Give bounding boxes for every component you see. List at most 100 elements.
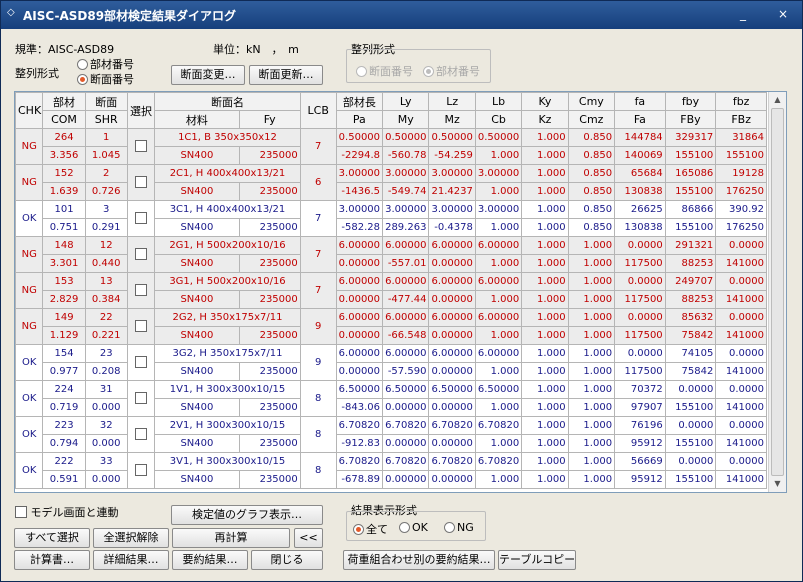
- select-checkbox[interactable]: [135, 212, 147, 224]
- select-checkbox[interactable]: [135, 392, 147, 404]
- value-cell: 6.70820: [382, 452, 430, 471]
- select-cell[interactable]: [126, 128, 156, 165]
- value-cell: 1.000: [474, 254, 523, 273]
- value-cell: -678.89: [335, 470, 384, 489]
- section-number: 13: [84, 272, 128, 291]
- close-icon[interactable]: ×: [774, 7, 792, 23]
- com-ratio: 3.356: [42, 146, 86, 165]
- value-cell: 1.000: [521, 182, 569, 201]
- section-name: 2V1, H 300x300x10/15: [154, 416, 301, 435]
- sort-member-radio[interactable]: 部材番号: [77, 56, 134, 72]
- col-header-section: 断面: [84, 92, 128, 111]
- radio-selected-icon: [77, 74, 88, 85]
- col-subheader-11: FBy: [664, 110, 717, 129]
- section-update-button[interactable]: 断面更新…: [249, 65, 323, 85]
- value-cell: 165086: [664, 164, 717, 183]
- member-number: 223: [42, 416, 86, 435]
- lcb-value: 7: [299, 200, 337, 237]
- scroll-thumb[interactable]: [771, 108, 784, 476]
- table-row[interactable]: NG 264 1 1C1, B 350x350x12 7 0.50000 0.50000 0.…: [15, 128, 767, 165]
- section-change-button[interactable]: 断面変更…: [171, 65, 245, 85]
- fy-value: 235000: [238, 326, 301, 345]
- select-checkbox[interactable]: [135, 428, 147, 440]
- select-cell[interactable]: [126, 200, 156, 237]
- table-row[interactable]: NG 152 2 2C1, H 400x400x13/21 6 3.00000 3.0000…: [15, 164, 767, 201]
- detail-button[interactable]: 詳細結果…: [93, 550, 169, 570]
- section-name: 3G1, H 500x200x10/16: [154, 272, 301, 291]
- calc-doc-button[interactable]: 計算書…: [14, 550, 90, 570]
- select-cell[interactable]: [126, 416, 156, 453]
- select-cell[interactable]: [126, 344, 156, 381]
- value-cell: 0.850: [567, 128, 616, 147]
- material: SN400: [154, 182, 240, 201]
- select-checkbox[interactable]: [135, 464, 147, 476]
- collapse-button[interactable]: <<: [294, 528, 323, 548]
- select-checkbox[interactable]: [135, 284, 147, 296]
- select-checkbox[interactable]: [135, 320, 147, 332]
- value-cell: 0.0000: [715, 272, 767, 291]
- select-checkbox[interactable]: [135, 248, 147, 260]
- value-cell: 6.00000: [428, 344, 476, 363]
- chk-status: NG: [15, 236, 44, 273]
- value-cell: 0.0000: [715, 236, 767, 255]
- minimize-button[interactable]: _: [734, 7, 752, 23]
- shr-ratio: 0.208: [84, 362, 128, 381]
- select-cell[interactable]: [126, 272, 156, 309]
- graph-button[interactable]: 検定値のグラフ表示…: [171, 505, 323, 525]
- recalc-button[interactable]: 再計算: [172, 528, 290, 548]
- value-cell: -1436.5: [335, 182, 384, 201]
- col-subheader-0: COM: [42, 110, 86, 129]
- col-header-14: fbz: [715, 92, 767, 111]
- link-model-checkbox[interactable]: モデル画面と連動: [15, 504, 119, 520]
- table-row[interactable]: OK 223 32 2V1, H 300x300x10/15 8 6.70820 6.708…: [15, 416, 767, 453]
- select-all-button[interactable]: すべて選択: [14, 528, 90, 548]
- section-name: 3C1, H 400x400x13/21: [154, 200, 301, 219]
- combo-summary-button[interactable]: 荷重組合わせ別の要約結果…: [343, 550, 495, 570]
- table-row[interactable]: NG 149 22 2G2, H 350x175x7/11 9 6.00000 6.0000…: [15, 308, 767, 345]
- value-cell: 0.00000: [382, 434, 430, 453]
- display-ng-radio[interactable]: NG: [444, 521, 474, 534]
- scroll-down-icon[interactable]: ▼: [770, 476, 785, 491]
- sort-section-radio[interactable]: 断面番号: [77, 71, 134, 87]
- col-header-9: Lb: [474, 92, 523, 111]
- section-name: 2C1, H 400x400x13/21: [154, 164, 301, 183]
- value-cell: 0.50000: [474, 128, 523, 147]
- select-cell[interactable]: [126, 308, 156, 345]
- value-cell: 1.000: [567, 380, 616, 399]
- table-row[interactable]: NG 148 12 2G1, H 500x200x10/16 7 6.00000 6.000…: [15, 236, 767, 273]
- table-row[interactable]: OK 224 31 1V1, H 300x300x10/15 8 6.50000 6.500…: [15, 380, 767, 417]
- value-cell: 117500: [614, 290, 666, 309]
- select-cell[interactable]: [126, 164, 156, 201]
- value-cell: 6.00000: [335, 272, 384, 291]
- col-header-6: 部材長: [335, 92, 384, 111]
- select-cell[interactable]: [126, 452, 156, 489]
- display-ok-radio[interactable]: OK: [399, 521, 428, 534]
- table-row[interactable]: OK 154 23 3G2, H 350x175x7/11 9 6.00000 6.0000…: [15, 344, 767, 381]
- summary-button[interactable]: 要約結果…: [172, 550, 248, 570]
- value-cell: 6.00000: [382, 344, 430, 363]
- scroll-up-icon[interactable]: ▲: [770, 92, 785, 107]
- value-cell: 155100: [664, 218, 717, 237]
- table-copy-button[interactable]: テーブルコピー: [498, 550, 576, 570]
- select-checkbox[interactable]: [135, 140, 147, 152]
- window-menu-icon[interactable]: ◇: [7, 7, 15, 18]
- vertical-scrollbar[interactable]: ▲ ▼: [768, 92, 786, 492]
- value-cell: 1.000: [521, 290, 569, 309]
- value-cell: 31864: [715, 128, 767, 147]
- table-row[interactable]: OK 101 3 3C1, H 400x400x13/21 7 3.00000 3.0000…: [15, 200, 767, 237]
- close-button[interactable]: 閉じる: [251, 550, 323, 570]
- value-cell: 1.000: [521, 344, 569, 363]
- table-row[interactable]: NG 153 13 3G1, H 500x200x10/16 7 6.00000 6.000…: [15, 272, 767, 309]
- col-header-8: Lz: [428, 92, 476, 111]
- select-checkbox[interactable]: [135, 176, 147, 188]
- col-subheader-8: Kz: [521, 110, 569, 129]
- link-model-label: モデル画面と連動: [30, 506, 119, 519]
- display-all-radio[interactable]: 全て: [353, 521, 388, 537]
- table-row[interactable]: OK 222 33 3V1, H 300x300x10/15 8 6.70820 6.708…: [15, 452, 767, 489]
- select-cell[interactable]: [126, 236, 156, 273]
- value-cell: 1.000: [567, 308, 616, 327]
- select-checkbox[interactable]: [135, 356, 147, 368]
- deselect-all-button[interactable]: 全選択解除: [93, 528, 169, 548]
- select-cell[interactable]: [126, 380, 156, 417]
- value-cell: 0.00000: [382, 398, 430, 417]
